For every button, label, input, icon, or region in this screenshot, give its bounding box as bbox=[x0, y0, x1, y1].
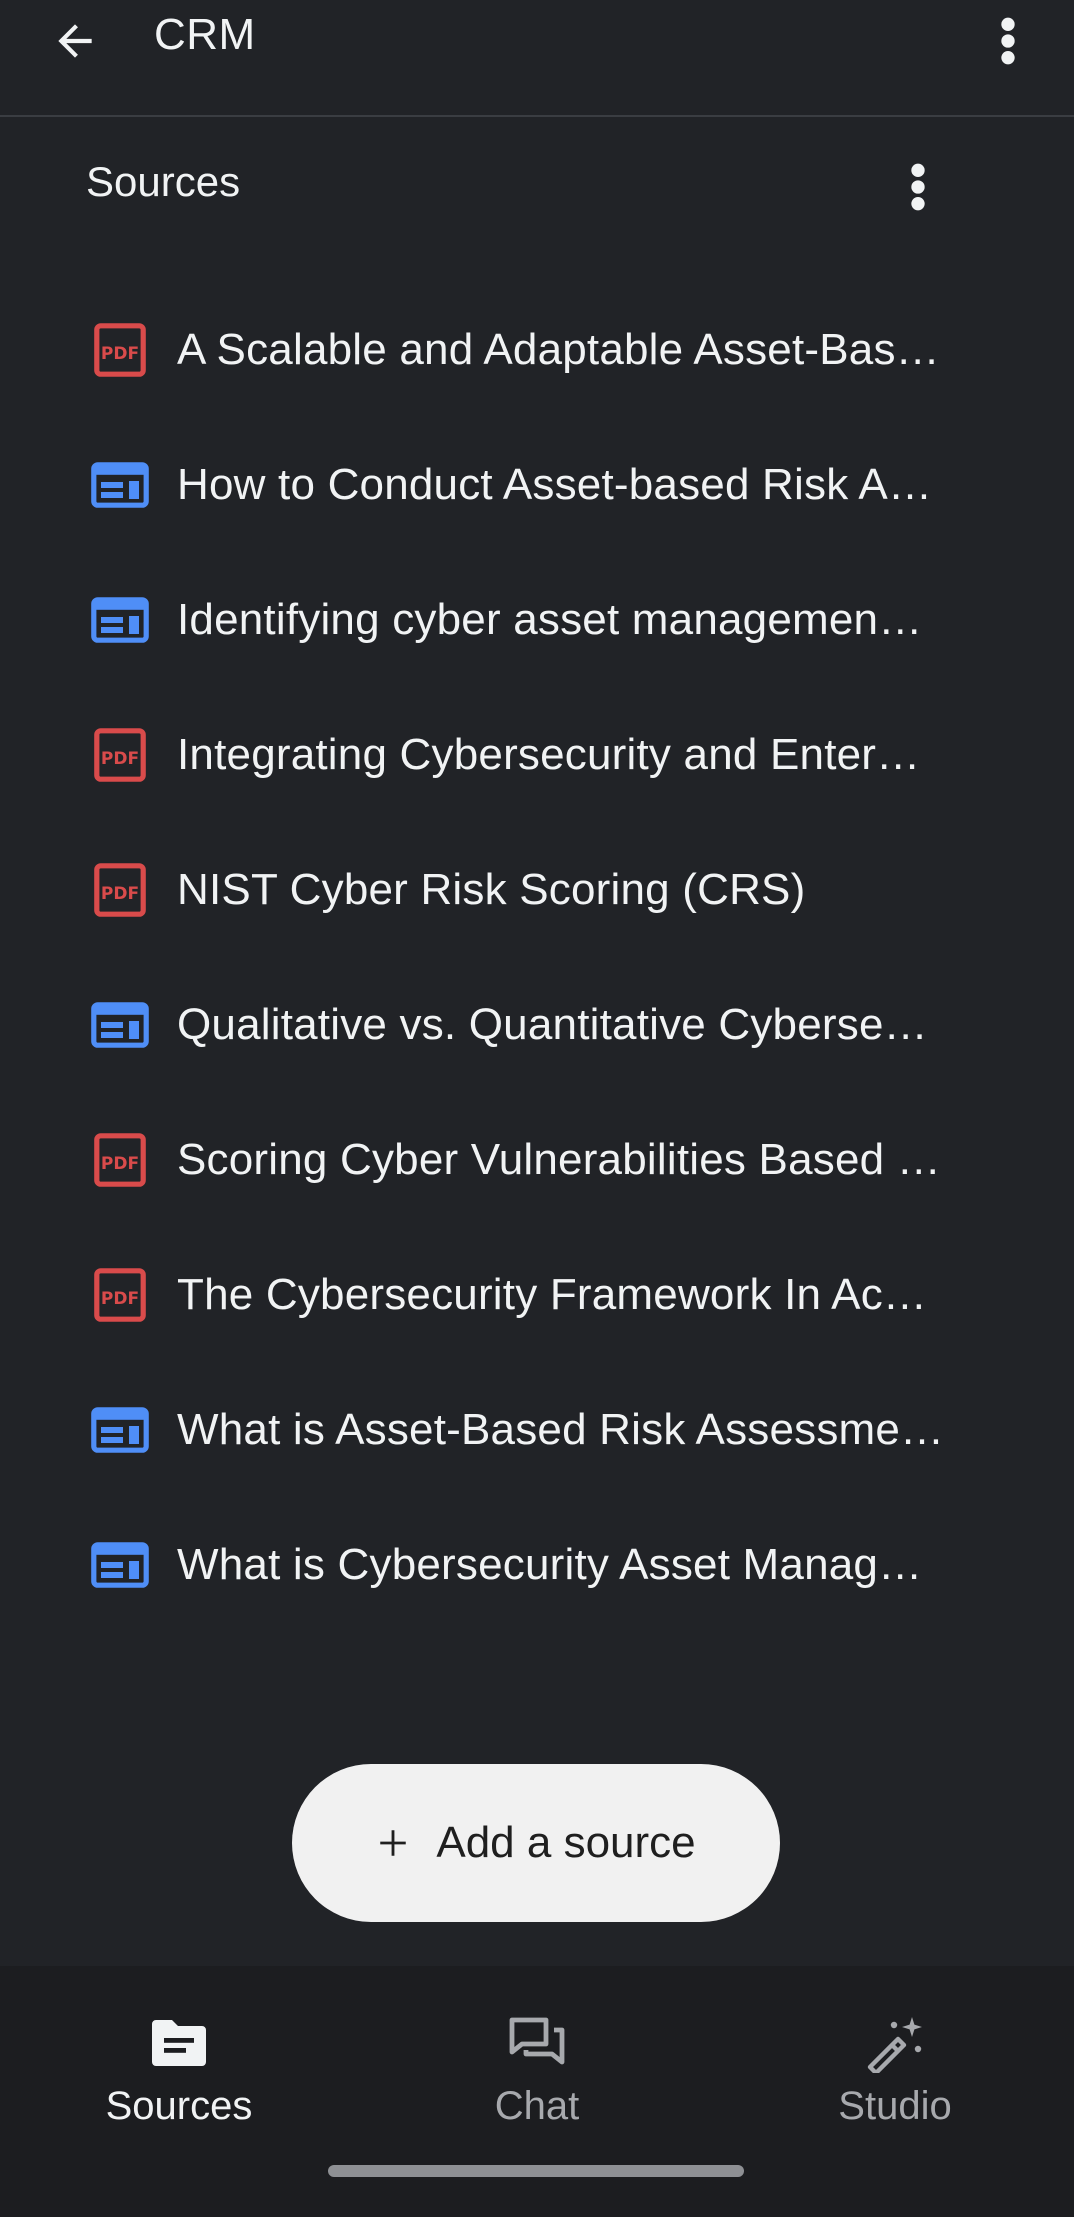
svg-text:PDF: PDF bbox=[101, 1154, 139, 1174]
more-vert-icon bbox=[911, 163, 925, 211]
svg-text:PDF: PDF bbox=[101, 749, 139, 769]
home-indicator[interactable] bbox=[328, 2165, 744, 2177]
pdf-icon: PDF bbox=[90, 1265, 150, 1325]
web-page-icon bbox=[90, 995, 150, 1055]
nav-chat-label: Chat bbox=[494, 2084, 580, 2128]
web-page-icon bbox=[90, 590, 150, 650]
source-title: The Cybersecurity Framework In Ac… bbox=[177, 1269, 928, 1319]
sources-heading: Sources bbox=[86, 158, 241, 205]
pdf-icon: PDF bbox=[90, 320, 150, 380]
source-title: What is Asset-Based Risk Assessme… bbox=[177, 1404, 945, 1454]
nav-studio-label: Studio bbox=[838, 2084, 952, 2128]
source-item[interactable]: Identifying cyber asset managemen… bbox=[0, 552, 1074, 687]
nav-studio[interactable]: Studio bbox=[716, 1966, 1074, 2156]
web-page-icon bbox=[90, 1535, 150, 1595]
more-vert-icon bbox=[1001, 17, 1015, 65]
source-item[interactable]: PDF Scoring Cyber Vulnerabilities Based … bbox=[0, 1092, 1074, 1227]
add-source-button[interactable]: Add a source bbox=[292, 1764, 780, 1922]
add-source-label: Add a source bbox=[436, 1818, 696, 1867]
source-item[interactable]: How to Conduct Asset-based Risk A… bbox=[0, 417, 1074, 552]
bottom-navigation: Sources Chat Studio bbox=[0, 1966, 1074, 2217]
web-page-icon bbox=[90, 1400, 150, 1460]
nav-chat[interactable]: Chat bbox=[358, 1966, 716, 2156]
source-title: A Scalable and Adaptable Asset-Bas… bbox=[177, 324, 940, 374]
plus-icon bbox=[380, 1830, 407, 1856]
pdf-icon: PDF bbox=[90, 725, 150, 785]
pdf-icon: PDF bbox=[90, 1130, 150, 1190]
source-title: Identifying cyber asset managemen… bbox=[177, 594, 923, 644]
nav-sources[interactable]: Sources bbox=[0, 1966, 358, 2156]
source-title: How to Conduct Asset-based Risk A… bbox=[177, 459, 933, 509]
pdf-icon: PDF bbox=[90, 860, 150, 920]
svg-text:PDF: PDF bbox=[101, 344, 139, 364]
source-item[interactable]: PDF The Cybersecurity Framework In Ac… bbox=[0, 1227, 1074, 1362]
svg-text:PDF: PDF bbox=[101, 1289, 139, 1309]
sources-menu-button[interactable] bbox=[890, 152, 946, 222]
source-list: PDF A Scalable and Adaptable Asset-Bas… Ho… bbox=[0, 282, 1074, 1632]
source-title: NIST Cyber Risk Scoring (CRS) bbox=[177, 864, 806, 914]
source-item[interactable]: Qualitative vs. Quantitative Cyberse… bbox=[0, 957, 1074, 1092]
overflow-menu-button[interactable] bbox=[980, 6, 1036, 76]
top-app-bar: CRM bbox=[0, 0, 1074, 117]
app-screen: CRM Sources PDF A Scalable and Adaptable … bbox=[0, 0, 1074, 2217]
source-title: Integrating Cybersecurity and Enter… bbox=[177, 729, 921, 779]
back-button[interactable] bbox=[40, 6, 110, 76]
source-item[interactable]: PDF A Scalable and Adaptable Asset-Bas… bbox=[0, 282, 1074, 417]
source-title: Scoring Cyber Vulnerabilities Based … bbox=[177, 1134, 941, 1184]
magic-wand-icon bbox=[862, 2010, 928, 2076]
arrow-back-icon bbox=[58, 24, 92, 58]
nav-sources-label: Sources bbox=[105, 2084, 253, 2128]
notebook-title: CRM bbox=[154, 10, 256, 59]
source-item[interactable]: What is Asset-Based Risk Assessme… bbox=[0, 1362, 1074, 1497]
source-item[interactable]: PDF NIST Cyber Risk Scoring (CRS) bbox=[0, 822, 1074, 957]
svg-text:PDF: PDF bbox=[101, 884, 139, 904]
source-title: Qualitative vs. Quantitative Cyberse… bbox=[177, 999, 928, 1049]
source-item[interactable]: PDF Integrating Cybersecurity and Enter… bbox=[0, 687, 1074, 822]
sources-icon bbox=[146, 2010, 212, 2076]
web-page-icon bbox=[90, 455, 150, 515]
source-item[interactable]: What is Cybersecurity Asset Manag… bbox=[0, 1497, 1074, 1632]
source-title: What is Cybersecurity Asset Manag… bbox=[177, 1539, 923, 1589]
chat-icon bbox=[504, 2010, 570, 2076]
